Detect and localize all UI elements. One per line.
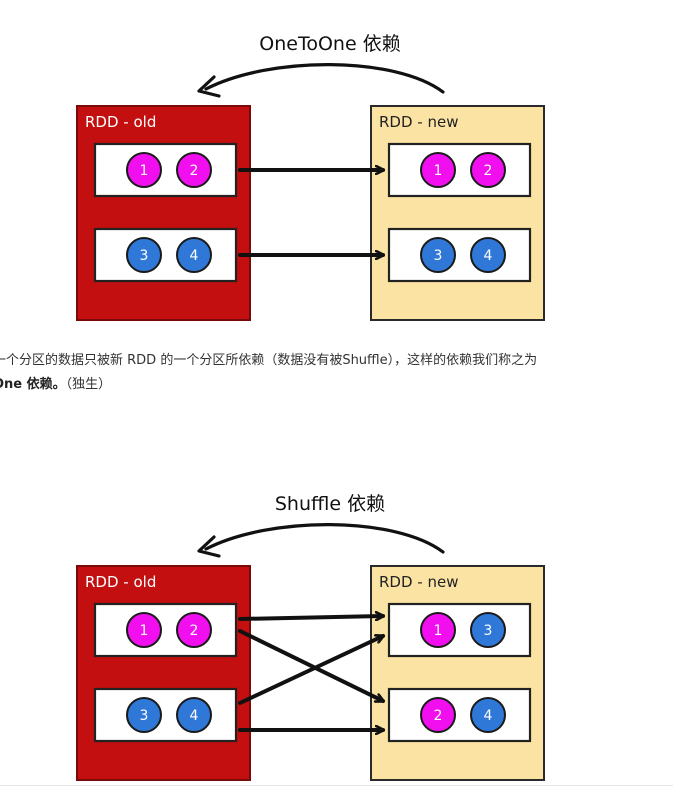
shuffle-new-partition-2-label-2: 2 — [434, 708, 443, 724]
onetoone-new-partition-2-label-3: 3 — [434, 248, 443, 264]
shuffle-old-partition-1-label-2: 2 — [190, 623, 199, 639]
onetoone-new-partition-2: 34 — [387, 227, 532, 283]
onetoone-diagram-svg: OneToOne 依赖RDD - old1 23 4RDD - new1 23 4 — [76, 33, 545, 321]
onetoone-old-partition-2: 34 — [93, 227, 238, 283]
shuffle-new-partition-1-label-1: 1 — [434, 623, 443, 639]
shuffle-old-partition-2: 34 — [93, 687, 238, 743]
onetoone-title: OneToOne 依赖 — [259, 33, 400, 55]
shuffle-rdd-old: RDD - old1 23 4 — [76, 565, 251, 781]
shuffle-old-partition-1: 12 — [93, 602, 238, 658]
onetoone-old-partition-2-label-4: 4 — [190, 248, 199, 264]
shuffle-new-partition-1-label-3: 3 — [484, 623, 493, 639]
shuffle-title: Shuffle 依赖 — [275, 493, 385, 515]
shuffle-rdd-old-label: RDD - old — [85, 573, 156, 591]
onetoone-rdd-old-label: RDD - old — [85, 113, 156, 131]
shuffle-dependency-arrow — [204, 523, 445, 554]
description-line-1: 一个分区的数据只被新 RDD 的一个分区所依赖（数据没有被Shuffle），这样… — [0, 353, 538, 368]
description-bold: One 依赖。 — [0, 377, 66, 392]
shuffle-new-partition-2-box — [387, 687, 532, 743]
onetoone-old-partition-1-label-2: 2 — [190, 163, 199, 179]
onetoone-new-partition-2-box — [387, 227, 532, 283]
shuffle-diagram-svg: Shuffle 依赖RDD - old1 23 4RDD - new1 32 4 — [76, 493, 545, 781]
dependency-description: 一个分区的数据只被新 RDD 的一个分区所依赖（数据没有被Shuffle），这样… — [0, 349, 673, 397]
onetoone-new-partition-1-label-2: 2 — [484, 163, 493, 179]
shuffle-link-1-to-2 — [238, 629, 383, 703]
divider — [0, 785, 673, 786]
shuffle-rdd-old-box — [76, 565, 251, 781]
onetoone-old-partition-1-box — [93, 142, 238, 198]
shuffle-new-partition-2: 24 — [387, 687, 532, 743]
onetoone-diagram: OneToOne 依赖 RDD - old 1 2 3 4 RDD - new 1 2 3 4 — [0, 0, 673, 330]
shuffle-rdd-new: RDD - new1 32 4 — [370, 565, 545, 781]
onetoone-rdd-new-label: RDD - new — [379, 113, 458, 131]
shuffle-rdd-new-label: RDD - new — [379, 573, 458, 591]
shuffle-new-partition-1: 13 — [387, 602, 532, 658]
onetoone-rdd-new: RDD - new1 23 4 — [370, 105, 545, 321]
onetoone-old-partition-2-label-3: 3 — [140, 248, 149, 264]
onetoone-dependency-arrow — [204, 63, 445, 94]
description-rest: （独生） — [65, 377, 112, 392]
shuffle-new-partition-1-box — [387, 602, 532, 658]
shuffle-old-partition-1-box — [93, 602, 238, 658]
shuffle-rdd-new-box — [370, 565, 545, 781]
onetoone-rdd-old-box — [76, 105, 251, 321]
onetoone-old-partition-1-label-1: 1 — [140, 163, 149, 179]
shuffle-new-partition-2-label-4: 4 — [484, 708, 493, 724]
shuffle-link-1-to-1 — [238, 616, 383, 619]
onetoone-old-partition-1: 12 — [93, 142, 238, 198]
onetoone-old-partition-2-box — [93, 227, 238, 283]
shuffle-link-2-to-1 — [238, 634, 383, 705]
onetoone-rdd-old: RDD - old1 23 4 — [76, 105, 251, 321]
shuffle-diagram: Shuffle 依赖 RDD - old 1 2 3 4 RDD - new 1 3 2 4 — [0, 470, 673, 786]
onetoone-new-partition-1-box — [387, 142, 532, 198]
onetoone-rdd-new-box — [370, 105, 545, 321]
shuffle-old-partition-2-label-4: 4 — [190, 708, 199, 724]
shuffle-old-partition-2-label-3: 3 — [140, 708, 149, 724]
shuffle-old-partition-2-box — [93, 687, 238, 743]
onetoone-new-partition-2-label-4: 4 — [484, 248, 493, 264]
description-line-2: One 依赖。（独生） — [0, 373, 673, 397]
onetoone-new-partition-1: 12 — [387, 142, 532, 198]
shuffle-old-partition-1-label-1: 1 — [140, 623, 149, 639]
onetoone-new-partition-1-label-1: 1 — [434, 163, 443, 179]
